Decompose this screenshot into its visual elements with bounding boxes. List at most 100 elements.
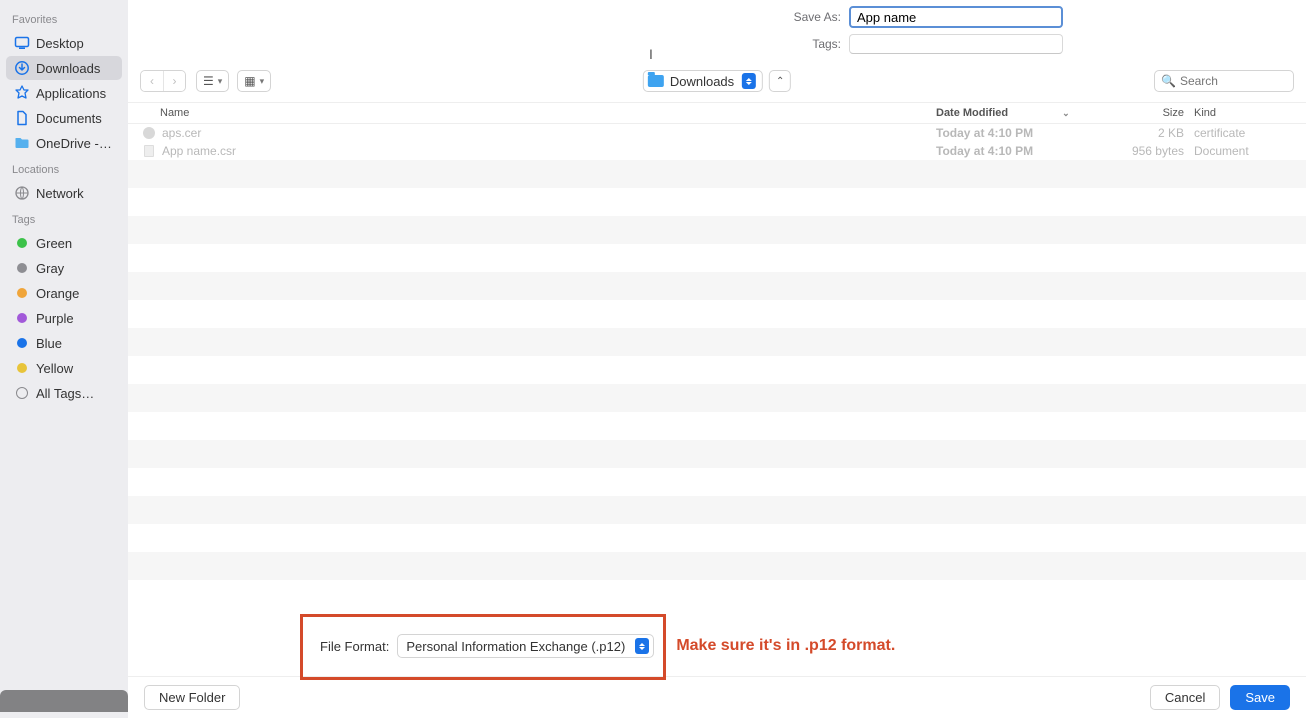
search-input[interactable]: [1180, 74, 1287, 88]
file-kind: certificate: [1194, 126, 1294, 140]
file-format-select[interactable]: Personal Information Exchange (.p12): [397, 634, 654, 658]
apps-icon: [14, 85, 30, 101]
tags-label: Tags:: [371, 37, 841, 51]
empty-row: [128, 216, 1306, 244]
tag-dot-icon: [14, 235, 30, 251]
sidebar-section-title: Locations: [0, 156, 128, 180]
tag-dot-icon: [14, 260, 30, 276]
document-icon: [142, 145, 156, 157]
chevron-up-icon: ⌃: [776, 76, 784, 87]
dock-shadow: [0, 690, 128, 712]
collapse-button[interactable]: ⌃: [769, 70, 791, 92]
list-view-icon: ☰: [203, 74, 214, 88]
sidebar-item[interactable]: Documents: [6, 106, 122, 130]
empty-row: [128, 552, 1306, 580]
sidebar-item-label: Desktop: [36, 36, 84, 51]
save-button[interactable]: Save: [1230, 685, 1290, 710]
tags-input[interactable]: [849, 34, 1063, 54]
column-name[interactable]: Name: [160, 107, 936, 119]
sidebar-item-label: Green: [36, 236, 72, 251]
empty-row: [128, 188, 1306, 216]
updown-icon: [635, 638, 649, 654]
folder-icon: [648, 75, 664, 87]
annotation-text: Make sure it's in .p12 format.: [676, 637, 895, 655]
sidebar-section-title: Favorites: [0, 6, 128, 30]
sidebar-item-label: Blue: [36, 336, 62, 351]
empty-row: [128, 300, 1306, 328]
file-row[interactable]: App name.csrToday at 4:10 PM956 bytesDoc…: [128, 142, 1306, 160]
sidebar-item[interactable]: Downloads: [6, 56, 122, 80]
empty-row: [128, 356, 1306, 384]
search-icon: 🔍: [1161, 74, 1176, 88]
sidebar-item-label: Orange: [36, 286, 79, 301]
sidebar-item[interactable]: Green: [6, 231, 122, 255]
file-name: aps.cer: [162, 126, 936, 140]
cancel-button[interactable]: Cancel: [1150, 685, 1220, 710]
list-header: Name Date Modified⌄ Size Kind: [128, 102, 1306, 124]
empty-row: [128, 412, 1306, 440]
folder-icon: [14, 135, 30, 151]
desktop-icon: [14, 35, 30, 51]
sidebar-item[interactable]: Network: [6, 181, 122, 205]
file-row[interactable]: aps.cerToday at 4:10 PM2 KBcertificate: [128, 124, 1306, 142]
list-view-button[interactable]: ☰▾: [196, 70, 229, 92]
save-as-input[interactable]: [849, 6, 1063, 28]
sidebar-item-label: Yellow: [36, 361, 73, 376]
updown-icon: [742, 73, 756, 89]
empty-row: [128, 524, 1306, 552]
sidebar-item-label: Applications: [36, 86, 106, 101]
icon-view-button[interactable]: ▦▾: [237, 70, 271, 92]
nav-forward-button[interactable]: ›: [163, 71, 185, 91]
sidebar-section-title: Tags: [0, 206, 128, 230]
certificate-icon: [142, 127, 156, 139]
file-size: 2 KB: [1106, 126, 1194, 140]
sidebar-item[interactable]: Purple: [6, 306, 122, 330]
sidebar-item[interactable]: Applications: [6, 81, 122, 105]
sidebar-item-label: Gray: [36, 261, 64, 276]
empty-row: [128, 160, 1306, 188]
sidebar-item[interactable]: Desktop: [6, 31, 122, 55]
search-field[interactable]: 🔍: [1154, 70, 1294, 92]
file-format-label: File Format:: [320, 639, 389, 654]
file-kind: Document: [1194, 144, 1294, 158]
empty-row: [128, 496, 1306, 524]
all-tags-icon: [14, 385, 30, 401]
file-size: 956 bytes: [1106, 144, 1194, 158]
empty-row: [128, 272, 1306, 300]
tag-dot-icon: [14, 310, 30, 326]
sidebar-item[interactable]: Gray: [6, 256, 122, 280]
sidebar-item[interactable]: OneDrive -…: [6, 131, 122, 155]
sidebar-item[interactable]: Yellow: [6, 356, 122, 380]
nav-back-button[interactable]: ‹: [141, 71, 163, 91]
sidebar-item[interactable]: Blue: [6, 331, 122, 355]
globe-icon: [14, 185, 30, 201]
file-date: Today at 4:10 PM: [936, 144, 1106, 158]
column-size[interactable]: Size: [1106, 107, 1194, 119]
sidebar-item-label: All Tags…: [36, 386, 94, 401]
chevron-right-icon: ›: [173, 74, 177, 88]
tag-dot-icon: [14, 360, 30, 376]
chevron-left-icon: ‹: [150, 74, 154, 88]
column-date-modified[interactable]: Date Modified⌄: [936, 107, 1106, 119]
file-format-value: Personal Information Exchange (.p12): [406, 639, 625, 654]
save-as-label: Save As:: [371, 10, 841, 24]
sidebar: Favorites Desktop Downloads Applications Doc…: [0, 0, 128, 718]
doc-icon: [14, 110, 30, 126]
chevron-down-icon: ▾: [218, 76, 223, 87]
file-name: App name.csr: [162, 144, 936, 158]
sidebar-item[interactable]: Orange: [6, 281, 122, 305]
location-label: Downloads: [670, 74, 734, 89]
column-kind[interactable]: Kind: [1194, 107, 1294, 119]
sort-desc-icon: ⌄: [1062, 108, 1070, 118]
sidebar-item[interactable]: All Tags…: [6, 381, 122, 405]
download-icon: [14, 60, 30, 76]
grid-view-icon: ▦: [244, 74, 255, 88]
empty-row: [128, 244, 1306, 272]
file-date: Today at 4:10 PM: [936, 126, 1106, 140]
sidebar-item-label: Network: [36, 186, 84, 201]
empty-row: [128, 468, 1306, 496]
chevron-down-icon: ▾: [260, 76, 265, 87]
sidebar-item-label: Documents: [36, 111, 102, 126]
location-popup[interactable]: Downloads: [643, 70, 763, 92]
new-folder-button[interactable]: New Folder: [144, 685, 240, 710]
